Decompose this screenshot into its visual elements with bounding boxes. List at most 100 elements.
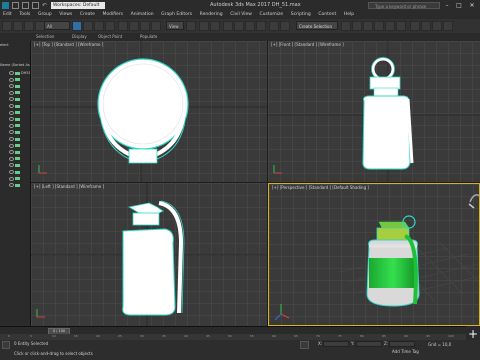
render-setup-button[interactable] [410, 21, 420, 31]
select-by-name-button[interactable] [83, 21, 93, 31]
rendered-frame-window-button[interactable] [421, 21, 431, 31]
snaps-toggle-button[interactable] [223, 21, 233, 31]
visibility-eye-icon[interactable] [9, 156, 14, 161]
menu-scripting[interactable]: Scripting [291, 11, 311, 19]
visibility-eye-icon[interactable] [9, 183, 14, 188]
scene-explorer-row[interactable] [0, 84, 30, 89]
scene-explorer-row[interactable] [0, 150, 30, 155]
visibility-eye-icon[interactable] [9, 117, 14, 122]
viewport-label-perspective[interactable]: [+] [Perspective ] [Standard ] [Default … [272, 185, 369, 190]
search-input[interactable]: Type a keyword or phrase [368, 2, 440, 9]
visibility-eye-icon[interactable] [9, 104, 14, 108]
select-object-button[interactable] [72, 21, 82, 31]
graphite-toggle-button[interactable] [363, 21, 373, 31]
menu-animation[interactable]: Animation [131, 11, 154, 19]
maxscript-listener-button[interactable] [2, 341, 10, 349]
unlink-button[interactable] [24, 21, 34, 31]
place-button[interactable] [151, 21, 161, 31]
scene-explorer-row[interactable] [0, 143, 30, 149]
scene-explorer-row[interactable] [0, 110, 30, 116]
schematic-view-button[interactable] [385, 21, 395, 31]
menu-help[interactable]: Help [344, 11, 354, 19]
z-coordinate-field[interactable] [389, 341, 415, 347]
workspace-dropdown[interactable]: Workspaces: Default [51, 2, 105, 9]
scene-explorer-row[interactable] [0, 163, 30, 168]
scene-explorer-row[interactable] [0, 104, 30, 109]
pivot-center-button[interactable] [186, 21, 196, 31]
visibility-eye-icon[interactable] [9, 163, 14, 168]
lock-selection-icon[interactable] [300, 341, 309, 349]
scene-explorer-row[interactable] [0, 156, 30, 162]
menu-customize[interactable]: Customize [260, 11, 284, 19]
scene-explorer-row[interactable] [0, 137, 30, 142]
percent-snap-button[interactable] [245, 21, 255, 31]
visibility-eye-icon[interactable] [9, 84, 14, 89]
viewport-label-left[interactable]: [+] [Left ] [Standard ] [Wireframe ] [34, 184, 104, 189]
viewport-perspective[interactable]: [+] [Perspective ] [Standard ] [Default … [268, 183, 480, 326]
render-iterative-button[interactable] [443, 21, 453, 31]
menu-graph-editors[interactable]: Graph Editors [161, 11, 192, 19]
viewport-left[interactable]: [+] [Left ] [Standard ] [Wireframe ] [31, 183, 267, 326]
visibility-eye-icon[interactable] [9, 143, 14, 148]
scale-button[interactable] [140, 21, 150, 31]
scene-explorer-row[interactable] [0, 77, 30, 83]
rotate-button[interactable] [129, 21, 139, 31]
scene-explorer-row[interactable] [0, 123, 30, 129]
move-button[interactable] [118, 21, 128, 31]
ribbon-object-paint-tab[interactable]: Object Paint [98, 33, 122, 41]
new-file-icon[interactable] [12, 2, 19, 9]
open-file-icon[interactable] [22, 2, 29, 9]
minimize-button[interactable]: – [442, 1, 452, 10]
curve-editor-button[interactable] [374, 21, 384, 31]
named-selection-dropdown[interactable]: Create Selection Se [296, 21, 338, 38]
visibility-eye-icon[interactable] [9, 77, 14, 82]
angle-snap-button[interactable] [234, 21, 244, 31]
menu-edit[interactable]: Edit [3, 11, 12, 19]
undo-icon[interactable]: ↶ [42, 2, 49, 9]
menu-create[interactable]: Create [80, 11, 95, 19]
scene-explorer-row[interactable] [0, 97, 30, 102]
viewport-top[interactable]: [+] [Top ] [Standard ] [Wireframe ] [31, 41, 267, 182]
ribbon-display-tab[interactable]: Display [72, 33, 87, 41]
visibility-eye-icon[interactable] [9, 123, 14, 128]
add-time-tag-button[interactable]: Add Time Tag [392, 349, 419, 354]
timeline[interactable]: 0 / 100 0 5 10 15 20 25 30 35 40 45 50 55 60 65 70 75 80… [0, 326, 466, 341]
viewport-label-top[interactable]: [+] [Top ] [Standard ] [Wireframe ] [34, 42, 103, 47]
viewport-front[interactable]: [+] [Front ] [Standard ] [Wireframe ] [268, 41, 480, 182]
menu-modifiers[interactable]: Modifiers [102, 11, 123, 19]
reference-coordinate-dropdown[interactable]: View [166, 21, 184, 30]
visibility-eye-icon[interactable] [9, 110, 14, 115]
visibility-eye-icon[interactable] [9, 176, 14, 181]
scene-explorer-row[interactable] [0, 170, 30, 175]
close-button[interactable]: ✕ [467, 1, 477, 10]
y-coordinate-field[interactable] [356, 341, 382, 347]
scene-explorer-header[interactable]: elect [0, 43, 30, 48]
render-production-button[interactable] [432, 21, 442, 31]
edit-named-selection-button[interactable] [269, 21, 279, 31]
scene-explorer-row[interactable] [0, 130, 30, 135]
scene-explorer-sort-column[interactable]: Name (Sorted As [0, 63, 30, 68]
viewcube-icon[interactable] [468, 190, 480, 210]
mirror-button[interactable] [280, 21, 290, 31]
visibility-eye-icon[interactable] [9, 170, 14, 174]
ribbon-populate-tab[interactable]: Populate [140, 33, 157, 41]
maximize-button[interactable]: □ [454, 1, 464, 10]
align-button[interactable] [341, 21, 351, 31]
selection-region-button[interactable] [94, 21, 104, 31]
scene-explorer-row[interactable] [0, 90, 30, 96]
visibility-eye-icon[interactable] [9, 97, 14, 102]
menu-rendering[interactable]: Rendering [200, 11, 223, 19]
undo-button[interactable] [2, 21, 12, 31]
menu-views[interactable]: Views [59, 11, 72, 19]
menu-civil-view[interactable]: Civil View [230, 11, 252, 19]
visibility-eye-icon[interactable] [9, 137, 14, 141]
save-file-icon[interactable] [32, 2, 39, 9]
viewport-label-front[interactable]: [+] [Front ] [Standard ] [Wireframe ] [271, 42, 344, 47]
scene-explorer-row[interactable] [0, 176, 30, 182]
x-coordinate-field[interactable] [323, 341, 349, 347]
ribbon-selection-tab[interactable]: Selection [36, 33, 54, 41]
visibility-eye-icon[interactable] [9, 90, 14, 95]
select-manipulate-button[interactable] [199, 21, 209, 31]
scene-explorer-row[interactable] [0, 183, 30, 188]
menu-content[interactable]: Content [318, 11, 336, 19]
